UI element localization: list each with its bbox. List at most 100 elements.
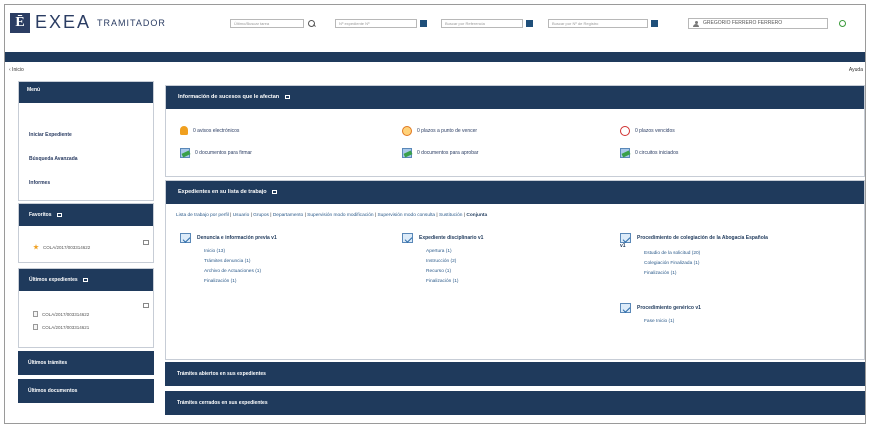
search-all-input[interactable]: Último/Buscar tarea bbox=[230, 19, 304, 28]
popout-icon[interactable] bbox=[284, 94, 290, 99]
search-expediente-button[interactable] bbox=[420, 20, 427, 27]
worklist-title: Expedientes en su lista de trabajo bbox=[178, 189, 267, 195]
recent-item-label: COLA/2017/003314622 bbox=[42, 311, 90, 317]
procedure-title-text: Expediente disciplinario v1 bbox=[419, 235, 484, 241]
alerts-title: Información de sucesos que le afectan bbox=[178, 94, 280, 100]
alert-plazos-vencer[interactable]: 0 plazos a punto de vencer bbox=[402, 126, 477, 136]
closed-tasks-panel[interactable]: Trámites cerrados en sus expedientes bbox=[165, 391, 865, 415]
alert-label: 0 avisos electrónicos bbox=[193, 127, 240, 134]
phase-link[interactable]: Finalización (1) bbox=[426, 277, 483, 287]
app-window: Ē EXEA TRAMITADOR Último/Buscar tarea Nº… bbox=[4, 4, 866, 424]
search-registro-button[interactable] bbox=[651, 20, 658, 27]
recent-item[interactable]: COLA/2017/003314621 bbox=[33, 324, 89, 330]
sub-navigation: ‹ Inicio Ayuda bbox=[5, 65, 865, 75]
last-documents-bar[interactable]: Últimos documentos bbox=[18, 379, 154, 403]
alert-plazos-vencidos[interactable]: 0 plazos vencidos bbox=[620, 126, 675, 136]
recent-header[interactable]: Últimos expedientes bbox=[19, 269, 153, 291]
menu-item-informes[interactable]: Informes bbox=[29, 180, 50, 186]
recent-item[interactable]: COLA/2017/003314622 bbox=[33, 311, 89, 317]
menu-item-busqueda-avanzada[interactable]: Búsqueda Avanzada bbox=[29, 156, 78, 162]
phase-link[interactable]: Colegiación Finalizada (1) bbox=[644, 259, 768, 269]
search-icon[interactable] bbox=[308, 19, 316, 28]
procedure-icon bbox=[402, 233, 413, 243]
phase-link[interactable]: Fase Inicio (1) bbox=[644, 317, 701, 327]
last-tasks-bar[interactable]: Últimos trámites bbox=[18, 351, 154, 375]
home-link[interactable]: ‹ Inicio bbox=[9, 67, 24, 73]
phase-link[interactable]: Instrucción (2) bbox=[426, 257, 483, 267]
clock-icon bbox=[402, 126, 412, 136]
logo-mark: Ē bbox=[10, 13, 30, 33]
alert-label: 0 plazos vencidos bbox=[635, 128, 675, 134]
phase-link[interactable]: Inicio (13) bbox=[204, 247, 277, 257]
favorites-header[interactable]: Favoritos bbox=[19, 204, 153, 226]
bell-icon bbox=[180, 126, 188, 135]
tab-supervision-modificacion[interactable]: Supervisión modo modificación bbox=[307, 213, 373, 218]
search-referencia-input[interactable]: Buscar por Referencia bbox=[441, 19, 523, 28]
favorites-title: Favoritos bbox=[29, 212, 52, 218]
phase-link[interactable]: Estudio de la solicitud (20) bbox=[644, 249, 768, 259]
alerts-header[interactable]: Información de sucesos que le afectan bbox=[166, 86, 864, 109]
procedure-title-text: Procedimiento de colegiación de la Aboga… bbox=[637, 235, 768, 241]
user-name: GREGORIO FERRERO FERRERO bbox=[703, 20, 783, 26]
recent-panel: Últimos expedientes COLA/2017/003314622 … bbox=[18, 268, 154, 348]
search-referencia-group: Buscar por Referencia bbox=[441, 18, 533, 29]
tab-supervision-consulta[interactable]: Supervisión modo consulta bbox=[377, 213, 435, 218]
help-link[interactable]: Ayuda bbox=[849, 67, 863, 73]
alert-circuitos[interactable]: 0 circuitos iniciados bbox=[620, 148, 678, 158]
favorite-item-label: COLA/2017/003314622 bbox=[43, 244, 91, 250]
search-expediente-input[interactable]: Nº expediente Nº bbox=[335, 19, 417, 28]
phase-link[interactable]: Apertura (1) bbox=[426, 247, 483, 257]
tab-conjunta[interactable]: Conjunta bbox=[466, 213, 487, 218]
procedure-icon bbox=[620, 303, 631, 313]
clock-expired-icon bbox=[620, 126, 630, 136]
user-menu[interactable]: GREGORIO FERRERO FERRERO bbox=[688, 18, 828, 29]
search-expediente-group: Nº expediente Nº bbox=[335, 18, 427, 29]
procedure-disciplinario: Expediente disciplinario v1 Apertura (1)… bbox=[402, 233, 483, 287]
procedure-colegiacion: Procedimiento de colegiación de la Aboga… bbox=[620, 233, 768, 279]
tab-perfil[interactable]: Lista de trabajo por perfil bbox=[176, 213, 229, 218]
logo-text: EXEA bbox=[35, 12, 92, 32]
sign-doc-icon bbox=[180, 148, 190, 158]
worklist-panel: Expedientes en su lista de trabajo Lista… bbox=[165, 180, 865, 360]
procedure-title[interactable]: Denuncia e información previa v1 bbox=[180, 233, 277, 243]
tab-grupos[interactable]: Grupos bbox=[253, 213, 269, 218]
menu-item-iniciar-expediente[interactable]: Iniciar Expediente bbox=[29, 132, 72, 138]
alert-avisos[interactable]: 0 avisos electrónicos bbox=[180, 126, 239, 135]
phase-link[interactable]: Finalización (1) bbox=[204, 277, 277, 287]
phase-link[interactable]: Finalización (1) bbox=[644, 269, 768, 279]
procedure-phase-list: Fase Inicio (1) bbox=[644, 317, 701, 327]
open-favorite-icon[interactable] bbox=[143, 240, 149, 245]
procedure-title[interactable]: Procedimiento de colegiación de la Aboga… bbox=[620, 233, 768, 243]
procedure-title[interactable]: Expediente disciplinario v1 bbox=[402, 233, 483, 243]
procedure-icon bbox=[180, 233, 191, 243]
popout-icon[interactable] bbox=[272, 189, 278, 194]
search-registro-input[interactable]: Buscar por Nº de Registro bbox=[548, 19, 648, 28]
logo-subtitle: TRAMITADOR bbox=[97, 18, 166, 28]
popout-icon[interactable] bbox=[56, 212, 62, 217]
star-icon bbox=[33, 244, 39, 250]
procedure-title-text: Procedimiento genérico v1 bbox=[637, 305, 701, 311]
document-icon bbox=[33, 324, 38, 330]
worklist-header[interactable]: Expedientes en su lista de trabajo bbox=[166, 181, 864, 204]
open-recent-icon[interactable] bbox=[143, 303, 149, 308]
phase-link[interactable]: Trámites denuncia (1) bbox=[204, 257, 277, 267]
recent-title: Últimos expedientes bbox=[29, 277, 78, 283]
tab-departamento[interactable]: Departamento bbox=[273, 213, 303, 218]
phase-link[interactable]: Archivo de Actuaciones (1) bbox=[204, 267, 277, 277]
procedure-denuncia: Denuncia e información previa v1 Inicio … bbox=[180, 233, 277, 287]
search-referencia-button[interactable] bbox=[526, 20, 533, 27]
procedure-phase-list: Estudio de la solicitud (20) Colegiación… bbox=[644, 249, 768, 279]
tab-sustitucion[interactable]: Sustitución bbox=[439, 213, 462, 218]
phase-link[interactable]: Recurso (1) bbox=[426, 267, 483, 277]
logout-icon[interactable] bbox=[839, 20, 846, 27]
open-tasks-panel[interactable]: Trámites abiertos en sus expedientes bbox=[165, 362, 865, 386]
tab-usuario[interactable]: Usuario bbox=[233, 213, 250, 218]
popout-icon[interactable] bbox=[83, 277, 89, 282]
alert-aprobar[interactable]: 0 documentos para aprobar bbox=[402, 148, 478, 158]
procedure-title[interactable]: Procedimiento genérico v1 bbox=[620, 303, 701, 313]
user-icon bbox=[693, 21, 699, 27]
alert-firmar[interactable]: 0 documentos para firmar bbox=[180, 148, 252, 158]
circuit-icon bbox=[620, 148, 630, 158]
favorite-item[interactable]: COLA/2017/003314622 bbox=[33, 244, 90, 250]
alert-label: 0 plazos a punto de vencer bbox=[417, 128, 478, 134]
